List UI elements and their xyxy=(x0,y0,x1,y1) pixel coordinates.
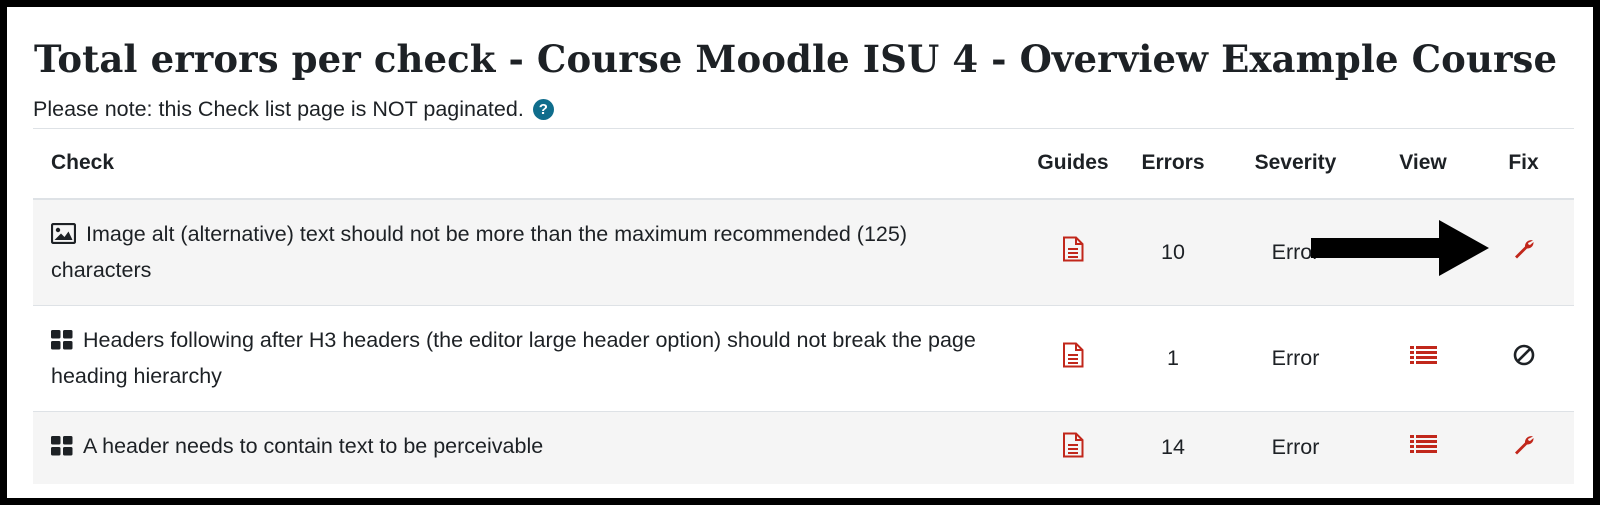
note-text: Please note: this Check list page is NOT… xyxy=(33,97,524,121)
page-frame: Total errors per check - Course Moodle I… xyxy=(7,7,1593,498)
image-icon xyxy=(50,221,77,254)
wrench-icon[interactable] xyxy=(1512,237,1536,267)
errors-cell: 14 xyxy=(1128,410,1218,484)
header-fix: Fix xyxy=(1473,128,1574,200)
header-errors[interactable]: Errors xyxy=(1128,128,1218,200)
grid-icon xyxy=(51,433,73,466)
document-icon[interactable] xyxy=(1062,342,1084,374)
header-view: View xyxy=(1373,128,1473,200)
wrench-icon[interactable] xyxy=(1512,433,1536,463)
check-description: A header needs to contain text to be per… xyxy=(83,433,544,458)
header-severity[interactable]: Severity xyxy=(1218,128,1373,200)
table-row: A header needs to contain text to be per… xyxy=(33,410,1574,484)
pointer-arrow-icon xyxy=(1311,220,1489,276)
guides-cell xyxy=(1018,410,1128,484)
view-cell xyxy=(1373,410,1473,484)
severity-cell: Error xyxy=(1218,304,1373,411)
fix-cell xyxy=(1473,410,1574,484)
header-check[interactable]: Check xyxy=(33,128,1018,200)
guides-cell xyxy=(1018,198,1128,305)
help-icon[interactable]: ? xyxy=(532,99,554,120)
checks-table: Check Guides Errors Severity View Fix Im… xyxy=(33,128,1574,484)
table-row: Headers following after H3 headers (the … xyxy=(33,304,1574,411)
view-cell xyxy=(1373,304,1473,411)
header-guides: Guides xyxy=(1018,128,1128,200)
check-description: Headers following after H3 headers (the … xyxy=(51,327,976,388)
check-cell: A header needs to contain text to be per… xyxy=(33,410,1018,484)
fix-cell xyxy=(1473,304,1574,411)
errors-cell: 1 xyxy=(1128,304,1218,411)
severity-cell: Error xyxy=(1218,410,1373,484)
list-icon[interactable] xyxy=(1409,345,1437,372)
guides-cell xyxy=(1018,304,1128,411)
check-cell: Headers following after H3 headers (the … xyxy=(33,304,1018,411)
document-icon[interactable] xyxy=(1062,236,1084,268)
grid-icon xyxy=(51,327,73,360)
pagination-note: Please note: this Check list page is NOT… xyxy=(33,97,554,122)
document-icon[interactable] xyxy=(1062,432,1084,464)
page-title: Total errors per check - Course Moodle I… xyxy=(34,37,1558,81)
errors-cell: 10 xyxy=(1128,198,1218,305)
list-icon[interactable] xyxy=(1409,434,1437,461)
check-description: Image alt (alternative) text should not … xyxy=(51,221,907,282)
check-cell: Image alt (alternative) text should not … xyxy=(33,198,1018,305)
table-header-row: Check Guides Errors Severity View Fix xyxy=(33,128,1574,200)
prohibited-icon xyxy=(1513,344,1535,372)
